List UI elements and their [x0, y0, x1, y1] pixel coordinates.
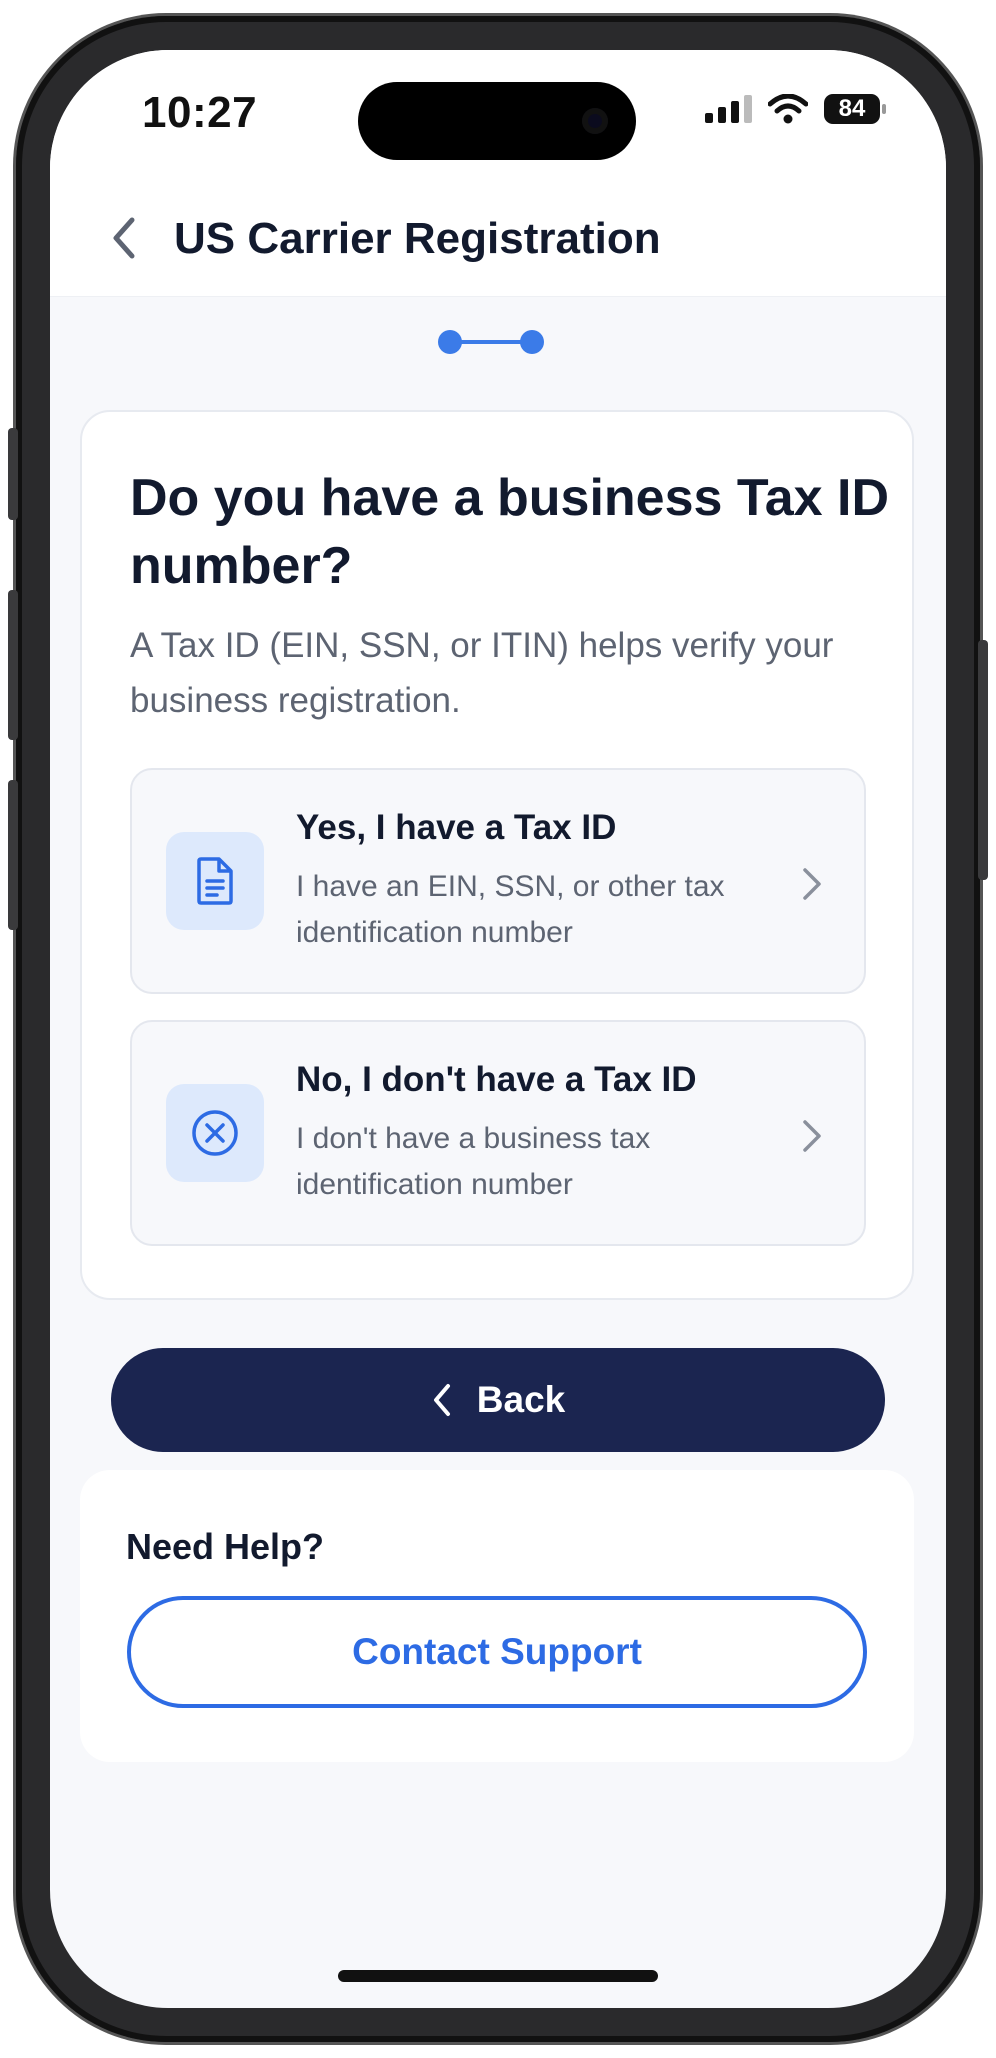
wifi-icon	[768, 94, 808, 124]
camera-icon	[582, 108, 608, 134]
chevron-right-icon	[803, 868, 821, 900]
option-has-tax-id[interactable]: Yes, I have a Tax ID I have an EIN, SSN,…	[130, 768, 866, 994]
battery-level: 84	[838, 95, 866, 122]
chevron-left-icon	[433, 1384, 450, 1416]
option-description: I don't have a business tax identificati…	[296, 1122, 651, 1201]
dynamic-island	[358, 82, 636, 160]
back-button-label: Back	[476, 1379, 566, 1420]
app-header: US Carrier Registration	[50, 180, 946, 297]
status-time: 10:27	[142, 88, 258, 137]
step-progress-indicator	[438, 330, 544, 354]
question-title: Do you have a business Tax ID number?	[130, 469, 890, 595]
help-card: Need Help? Contact Support	[80, 1470, 914, 1762]
document-icon	[166, 832, 264, 930]
power-button	[978, 640, 988, 880]
volume-up-button	[8, 590, 18, 740]
page-title: US Carrier Registration	[174, 214, 661, 263]
tax-id-question-card: Do you have a business Tax ID number? A …	[80, 410, 914, 1300]
step-dot-2	[520, 330, 544, 354]
help-title: Need Help?	[126, 1526, 325, 1567]
option-no-tax-id[interactable]: No, I don't have a Tax ID I don't have a…	[130, 1020, 866, 1246]
x-circle-icon	[166, 1084, 264, 1182]
volume-down-button	[8, 780, 18, 930]
back-chevron-icon[interactable]	[104, 212, 144, 264]
back-button[interactable]: Back	[111, 1348, 885, 1452]
home-indicator[interactable]	[338, 1970, 658, 1982]
question-subtitle: A Tax ID (EIN, SSN, or ITIN) helps verif…	[130, 626, 834, 720]
silent-switch	[8, 428, 18, 520]
chevron-right-icon	[803, 1120, 821, 1152]
option-title: No, I don't have a Tax ID	[296, 1060, 697, 1099]
option-title: Yes, I have a Tax ID	[296, 808, 617, 847]
status-icons: 84	[705, 94, 886, 124]
cellular-signal-icon	[705, 95, 752, 123]
step-dot-1	[438, 330, 462, 354]
option-description: I have an EIN, SSN, or other tax identif…	[296, 870, 725, 949]
contact-support-button[interactable]: Contact Support	[127, 1596, 867, 1708]
battery-icon: 84	[824, 94, 886, 124]
screen: 10:27 84 US Carrier Registration Do you …	[50, 50, 946, 2008]
